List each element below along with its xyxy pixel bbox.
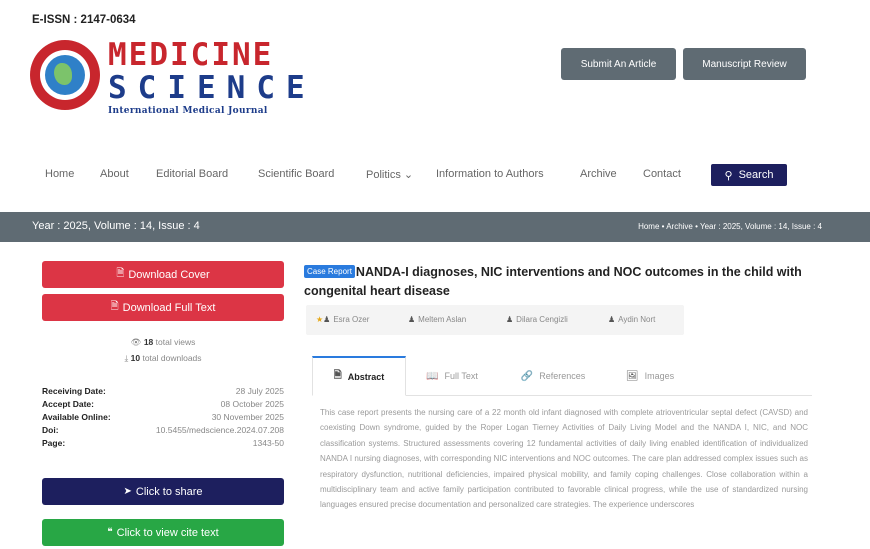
meta-value: 30 November 2025: [211, 412, 284, 422]
search-button[interactable]: ⚲ Search: [711, 164, 787, 186]
meta-row: Doi: 10.5455/medscience.2024.07.208: [42, 425, 284, 438]
nav-item-contact[interactable]: Contact: [643, 168, 681, 180]
author-item[interactable]: ♟ Aydin Nort: [608, 315, 655, 324]
share-icon: ➤: [123, 486, 132, 497]
views-stat: 👁 18 total views: [42, 337, 284, 348]
tab-images[interactable]: 🖼 Images: [614, 356, 686, 396]
author-item[interactable]: ♟ Meltem Aslan: [408, 315, 466, 324]
author-name: Meltem Aslan: [418, 315, 467, 324]
article-meta: Receiving Date: 28 July 2025 Accept Date:…: [42, 386, 284, 451]
meta-row: Available Online: 30 November 2025: [42, 412, 284, 425]
views-count: 18: [143, 337, 154, 347]
author-name: Dilara Cengizli: [516, 315, 568, 324]
document-icon: 🗎: [333, 370, 342, 381]
tab-label: Images: [644, 371, 675, 381]
article-title-text: NANDA-I diagnoses, NIC interventions and…: [304, 265, 802, 298]
meta-key: Available Online:: [42, 412, 111, 422]
meta-row: Page: 1343-50: [42, 438, 284, 451]
author-item[interactable]: ★♟ Esra Ozer: [316, 315, 369, 324]
user-icon: ♟: [506, 315, 514, 324]
logo-emblem-icon: [30, 40, 100, 110]
user-icon: ♟: [323, 315, 331, 324]
cite-label: Click to view cite text: [116, 526, 219, 539]
author-name: Esra Ozer: [333, 315, 370, 324]
link-icon: 🔗: [520, 370, 534, 382]
meta-key: Accept Date:: [42, 399, 94, 409]
manuscript-review-button[interactable]: Manuscript Review: [683, 48, 806, 80]
doi-link[interactable]: 10.5455/medscience.2024.07.208: [156, 425, 284, 435]
logo-line-1: MEDICINE: [108, 37, 274, 73]
user-icon: ♟: [608, 315, 616, 324]
tab-full-text[interactable]: 📖 Full Text: [412, 356, 492, 396]
download-full-text-button[interactable]: 🗎 Download Full Text: [42, 294, 284, 321]
submit-article-button[interactable]: Submit An Article: [561, 48, 676, 80]
issue-info: Year : 2025, Volume : 14, Issue : 4: [32, 220, 200, 232]
meta-key: Doi:: [42, 425, 59, 435]
logo-line-3: International Medical Journal: [108, 106, 268, 116]
tab-label: Full Text: [444, 371, 478, 381]
file-icon: 🗎: [110, 301, 119, 312]
search-icon: ⚲: [724, 169, 733, 182]
downloads-count: 10: [130, 353, 141, 363]
user-icon: ♟: [408, 315, 416, 324]
tab-references[interactable]: 🔗 References: [508, 356, 598, 396]
views-label: total views: [155, 337, 196, 347]
tab-label: Abstract: [347, 371, 385, 382]
article-type-badge: Case Report: [304, 265, 355, 278]
nav-item-politics[interactable]: Politics ⌄: [366, 168, 413, 181]
meta-row: Accept Date: 08 October 2025: [42, 399, 284, 412]
author-item[interactable]: ♟ Dilara Cengizli: [506, 315, 568, 324]
quote-icon: ❝: [107, 527, 113, 538]
cite-button[interactable]: ❝ Click to view cite text: [42, 519, 284, 546]
abstract-text: This case report presents the nursing ca…: [320, 408, 808, 510]
nav-item-home[interactable]: Home: [45, 168, 74, 180]
file-icon: 🗎: [116, 268, 125, 279]
download-cover-label: Download Cover: [128, 268, 210, 281]
journal-logo[interactable]: MEDICINE SCIENCE International Medical J…: [30, 40, 305, 122]
nav-item-archive[interactable]: Archive: [580, 168, 617, 180]
article-tabs: 🗎 Abstract 📖 Full Text 🔗 References 🖼 Im…: [312, 356, 812, 396]
nav-item-information-to-authors[interactable]: Information to Authors: [436, 168, 544, 180]
meta-key: Receiving Date:: [42, 386, 106, 396]
meta-key: Page:: [42, 438, 66, 448]
issue-bar: Year : 2025, Volume : 14, Issue : 4 Home…: [0, 212, 870, 242]
tab-abstract[interactable]: 🗎 Abstract: [312, 356, 406, 396]
share-label: Click to share: [135, 485, 203, 498]
nav-item-editorial-board[interactable]: Editorial Board: [156, 168, 228, 180]
breadcrumb[interactable]: Home • Archive • Year : 2025, Volume : 1…: [638, 222, 822, 231]
meta-value: 28 July 2025: [235, 386, 284, 396]
logo-line-2: SCIENCE: [108, 70, 316, 106]
image-icon: 🖼: [625, 370, 639, 382]
nav-item-scientific-board[interactable]: Scientific Board: [258, 168, 334, 180]
meta-row: Receiving Date: 28 July 2025: [42, 386, 284, 399]
download-full-text-label: Download Full Text: [122, 301, 216, 314]
logo-wordmark: MEDICINE SCIENCE International Medical J…: [108, 40, 316, 116]
nav-item-about[interactable]: About: [100, 168, 129, 180]
downloads-stat: ⤓ 10 total downloads: [42, 353, 284, 364]
meta-value: 08 October 2025: [220, 399, 284, 409]
tab-label: References: [539, 371, 586, 381]
issn-label: E-ISSN : 2147-0634: [32, 14, 136, 26]
meta-value: 1343-50: [252, 438, 284, 448]
book-icon: 📖: [426, 370, 439, 382]
downloads-label: total downloads: [142, 353, 202, 363]
search-label: Search: [738, 169, 774, 181]
article-title: Case Report NANDA-I diagnoses, NIC interv…: [304, 262, 824, 301]
share-button[interactable]: ➤ Click to share: [42, 478, 284, 505]
author-list: ★♟ Esra Ozer ♟ Meltem Aslan ♟ Dilara Cengiz…: [306, 305, 684, 335]
download-cover-button[interactable]: 🗎 Download Cover: [42, 261, 284, 288]
author-name: Aydin Nort: [618, 315, 656, 324]
eye-icon: 👁: [130, 337, 142, 347]
download-icon: ⤓: [124, 353, 129, 363]
